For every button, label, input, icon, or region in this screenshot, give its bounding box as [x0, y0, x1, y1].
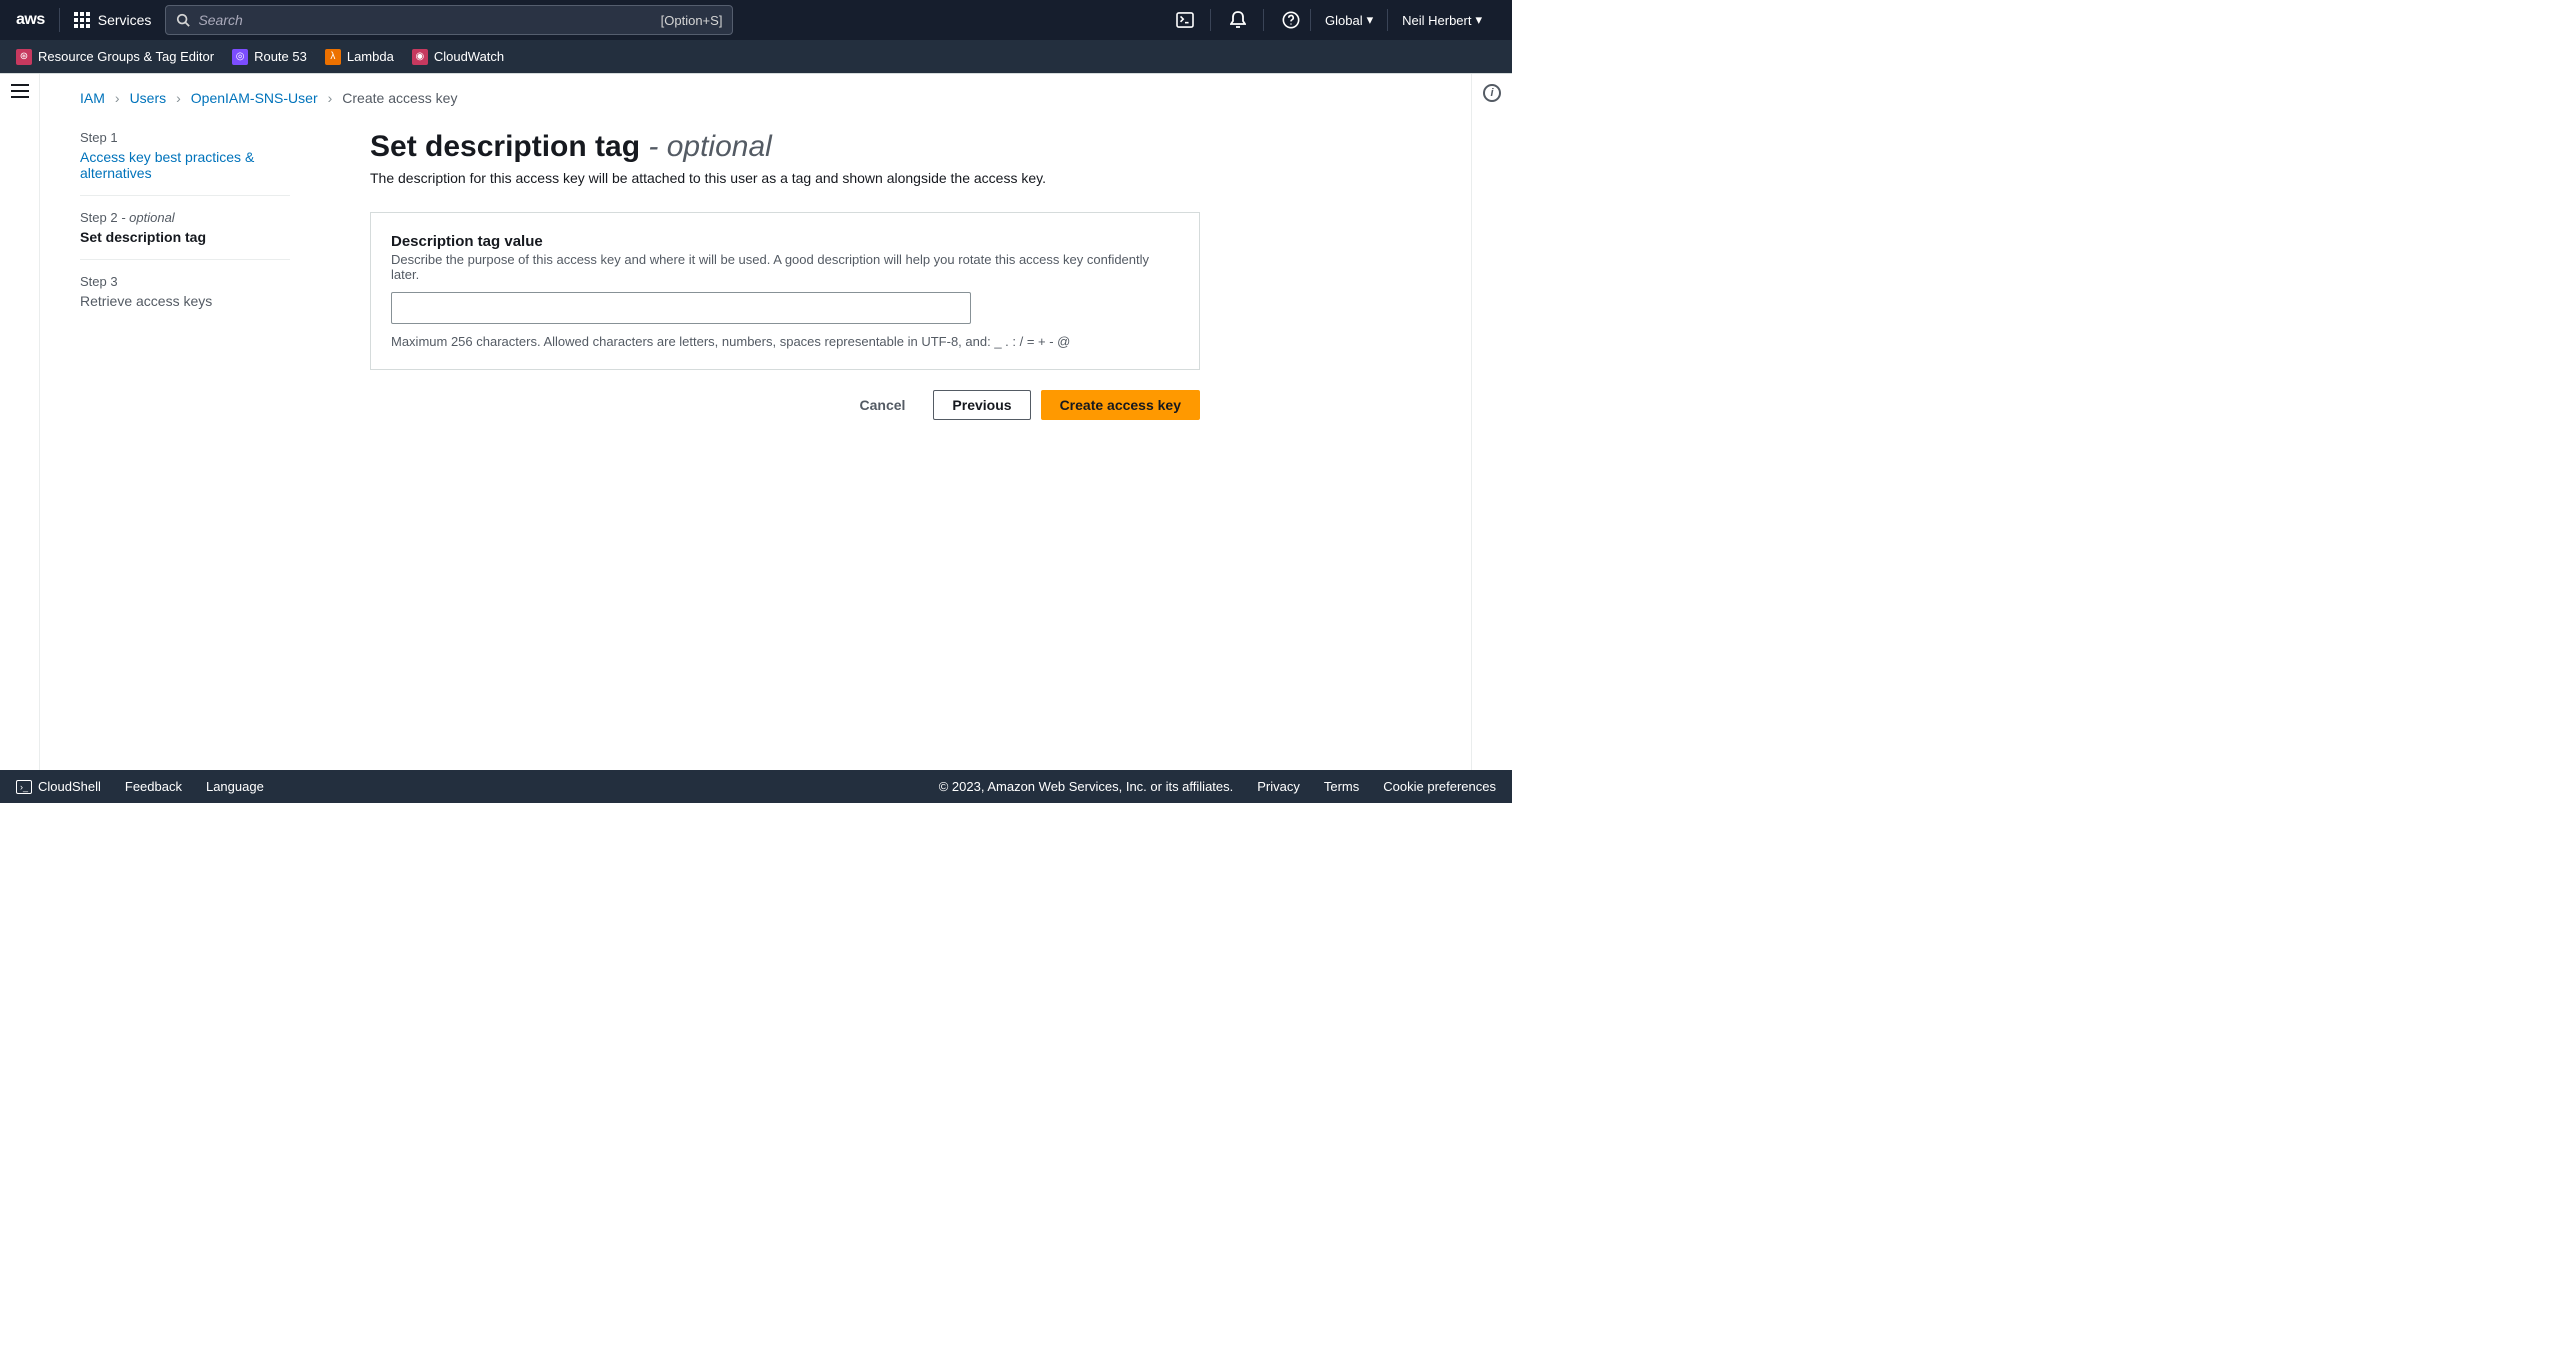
favorite-lambda[interactable]: λ Lambda	[325, 49, 394, 65]
wizard-step-3: Step 3 Retrieve access keys	[80, 260, 290, 323]
feedback-link[interactable]: Feedback	[125, 779, 182, 794]
search-placeholder: Search	[198, 12, 242, 28]
field-label: Description tag value	[391, 233, 1179, 250]
field-constraint: Maximum 256 characters. Allowed characte…	[391, 334, 1179, 349]
description-tag-input[interactable]	[391, 292, 971, 324]
page-title: Set description tag - optional	[370, 130, 1200, 164]
grid-icon	[74, 12, 90, 28]
previous-button[interactable]: Previous	[933, 390, 1030, 420]
page-description: The description for this access key will…	[370, 170, 1200, 186]
info-panel-toggle[interactable]: i	[1483, 84, 1501, 102]
left-rail	[0, 74, 40, 770]
breadcrumb-user[interactable]: OpenIAM-SNS-User	[191, 90, 318, 106]
top-right-controls: Global ▾ Neil Herbert ▾	[1164, 0, 1496, 40]
help-icon	[1282, 11, 1300, 29]
wizard-buttons: Cancel Previous Create access key	[370, 390, 1200, 420]
services-menu-button[interactable]: Services	[74, 12, 152, 28]
search-shortcut: [Option+S]	[661, 13, 723, 28]
terms-link[interactable]: Terms	[1324, 779, 1359, 794]
expand-sidebar-button[interactable]	[11, 84, 29, 98]
language-selector[interactable]: Language	[206, 779, 264, 794]
region-selector[interactable]: Global ▾	[1310, 9, 1387, 31]
caret-down-icon: ▾	[1367, 12, 1374, 28]
separator	[1210, 9, 1211, 31]
form-container: Description tag value Describe the purpo…	[370, 212, 1200, 370]
right-rail: i	[1472, 74, 1512, 770]
wizard-step-2: Step 2 - optional Set description tag	[80, 196, 290, 260]
caret-down-icon: ▾	[1475, 12, 1482, 28]
create-access-key-button[interactable]: Create access key	[1041, 390, 1200, 420]
service-icon: ◉	[412, 49, 428, 65]
services-label: Services	[98, 12, 152, 28]
notifications-button[interactable]	[1217, 0, 1257, 40]
service-icon: λ	[325, 49, 341, 65]
breadcrumb-current: Create access key	[342, 90, 457, 106]
service-icon: ⊛	[16, 49, 32, 65]
account-menu[interactable]: Neil Herbert ▾	[1387, 9, 1496, 31]
main-wrap: IAM › Users › OpenIAM-SNS-User › Create …	[0, 73, 1512, 770]
terminal-icon: ›_	[16, 780, 32, 794]
service-icon: ◎	[232, 49, 248, 65]
wizard-steps: Step 1 Access key best practices & alter…	[80, 130, 290, 323]
top-nav: aws Services Search [Option+S]	[0, 0, 1512, 40]
cloudshell-button[interactable]: ›_ CloudShell	[16, 779, 101, 794]
privacy-link[interactable]: Privacy	[1257, 779, 1300, 794]
breadcrumb: IAM › Users › OpenIAM-SNS-User › Create …	[80, 90, 1431, 106]
chevron-right-icon: ›	[176, 90, 181, 106]
breadcrumb-iam[interactable]: IAM	[80, 90, 105, 106]
favorite-cloudwatch[interactable]: ◉ CloudWatch	[412, 49, 504, 65]
footer: ›_ CloudShell Feedback Language © 2023, …	[0, 770, 1512, 803]
content-area: IAM › Users › OpenIAM-SNS-User › Create …	[40, 74, 1472, 770]
main-panel: Set description tag - optional The descr…	[370, 130, 1200, 420]
search-icon	[176, 13, 190, 27]
wizard-step-1[interactable]: Step 1 Access key best practices & alter…	[80, 130, 290, 196]
bell-icon	[1230, 11, 1246, 29]
chevron-right-icon: ›	[115, 90, 120, 106]
field-hint: Describe the purpose of this access key …	[391, 252, 1179, 282]
favorite-route53[interactable]: ◎ Route 53	[232, 49, 307, 65]
chevron-right-icon: ›	[328, 90, 333, 106]
copyright-text: © 2023, Amazon Web Services, Inc. or its…	[939, 779, 1234, 794]
separator	[1263, 9, 1264, 31]
cookie-preferences-link[interactable]: Cookie preferences	[1383, 779, 1496, 794]
favorites-bar: ⊛ Resource Groups & Tag Editor ◎ Route 5…	[0, 40, 1512, 73]
favorite-resource-groups[interactable]: ⊛ Resource Groups & Tag Editor	[16, 49, 214, 65]
aws-logo[interactable]: aws	[16, 8, 60, 32]
terminal-icon	[1176, 12, 1194, 28]
search-input[interactable]: Search [Option+S]	[165, 5, 733, 35]
breadcrumb-users[interactable]: Users	[130, 90, 167, 106]
help-button[interactable]	[1270, 0, 1310, 40]
cloudshell-icon-button[interactable]	[1164, 0, 1204, 40]
cancel-button[interactable]: Cancel	[842, 391, 924, 419]
